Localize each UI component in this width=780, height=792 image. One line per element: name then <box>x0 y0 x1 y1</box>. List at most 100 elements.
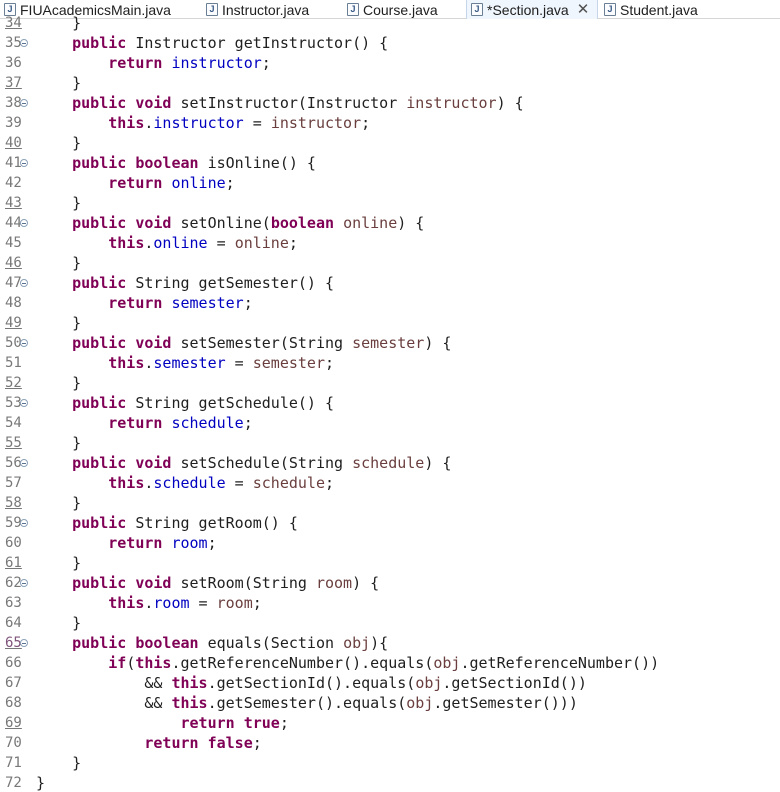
field-token: semester <box>171 294 244 312</box>
code-line[interactable]: 45 this.online = online; <box>0 233 780 253</box>
code-line[interactable]: 50 public void setSemester(String semest… <box>0 333 780 353</box>
code-line[interactable]: 40 } <box>0 133 780 153</box>
keyword-token: void <box>135 574 172 592</box>
code-line[interactable]: 60 return room; <box>0 533 780 553</box>
code-text: } <box>36 554 82 572</box>
line-number: 40 <box>5 135 22 151</box>
line-number: 34 <box>5 15 22 31</box>
code-text: return schedule; <box>36 413 253 433</box>
code-text: public boolean isOnline() { <box>36 153 316 173</box>
keyword-token: boolean <box>135 634 199 652</box>
code-line[interactable]: 66 if(this.getReferenceNumber().equals(o… <box>0 653 780 673</box>
code-text: } <box>36 253 81 273</box>
code-line[interactable]: 64 } <box>0 613 780 633</box>
field-token: room <box>171 534 208 552</box>
fold-toggle-icon[interactable] <box>20 339 28 347</box>
code-line[interactable]: 39 this.instructor = instructor; <box>0 113 780 133</box>
keyword-token: return <box>108 294 163 312</box>
fold-toggle-icon[interactable] <box>20 579 28 587</box>
fold-toggle-icon[interactable] <box>20 519 28 527</box>
code-line[interactable]: 53 public String getSchedule() { <box>0 393 780 413</box>
fold-toggle-icon[interactable] <box>20 39 28 47</box>
code-line[interactable]: 52 } <box>0 373 780 393</box>
code-text: setSchedule(String <box>171 454 353 472</box>
code-line[interactable]: 57 this.schedule = schedule; <box>0 473 780 493</box>
code-text: ) { <box>424 334 452 352</box>
fold-toggle-icon[interactable] <box>20 159 28 167</box>
code-line[interactable]: 68 && this.getSemester().equals(obj.getS… <box>0 693 780 713</box>
code-text: this.semester = semester; <box>36 353 334 373</box>
code-line[interactable]: 37 } <box>0 73 780 93</box>
code-text: .getSemester())) <box>433 694 578 712</box>
keyword-token: boolean <box>270 214 335 232</box>
code-line[interactable]: 34 } <box>0 13 780 33</box>
keyword-token: return <box>108 534 163 552</box>
code-text: this.room = room; <box>36 593 262 613</box>
code-line[interactable]: 61 } <box>0 553 780 573</box>
fold-toggle-icon[interactable] <box>20 219 28 227</box>
code-text: return online; <box>36 173 234 193</box>
code-line[interactable]: 51 this.semester = semester; <box>0 353 780 373</box>
line-number: 43 <box>5 195 22 211</box>
code-line[interactable]: 65 public boolean equals(Section obj){ <box>0 633 780 653</box>
code-line[interactable]: 47 public String getSemester() { <box>0 273 780 293</box>
fold-toggle-icon[interactable] <box>20 639 28 647</box>
code-line[interactable]: 63 this.room = room; <box>0 593 780 613</box>
code-line[interactable]: 49 } <box>0 313 780 333</box>
code-line[interactable]: 67 && this.getSectionId().equals(obj.get… <box>0 673 780 693</box>
code-text: = <box>225 474 253 492</box>
code-line[interactable]: 35 public Instructor getInstructor() { <box>0 33 780 53</box>
code-text: ; <box>325 354 335 372</box>
line-number: 71 <box>5 755 22 771</box>
code-text: ) { <box>352 574 380 592</box>
line-number: 45 <box>5 235 22 251</box>
fold-toggle-icon[interactable] <box>20 279 28 287</box>
keyword-token: return <box>108 414 163 432</box>
code-line[interactable]: 44 public void setOnline(boolean online)… <box>0 213 780 233</box>
code-text: Instructor getInstructor() { <box>126 34 389 52</box>
code-text: return semester; <box>36 293 253 313</box>
code-text: } <box>36 753 81 773</box>
code-line[interactable]: 69 return true; <box>0 713 780 733</box>
code-line[interactable]: 43 } <box>0 193 780 213</box>
code-text: public void setRoom(String room) { <box>36 573 379 593</box>
code-line[interactable]: 62 public void setRoom(String room) { <box>0 573 780 593</box>
code-line[interactable]: 71 } <box>0 753 780 773</box>
code-line[interactable]: 72} <box>0 773 780 792</box>
code-line[interactable]: 48 return semester; <box>0 293 780 313</box>
code-line[interactable]: 54 return schedule; <box>0 413 780 433</box>
code-line[interactable]: 59 public String getRoom() { <box>0 513 780 533</box>
code-line[interactable]: 46 } <box>0 253 780 273</box>
fold-toggle-icon[interactable] <box>20 99 28 107</box>
fold-toggle-icon[interactable] <box>20 399 28 407</box>
code-text: } <box>36 754 82 772</box>
code-line[interactable]: 70 return false; <box>0 733 780 753</box>
code-line[interactable]: 38 public void setInstructor(Instructor … <box>0 93 780 113</box>
keyword-token: public <box>72 154 127 172</box>
code-text: this.online = online; <box>36 233 298 253</box>
code-line[interactable]: 41 public boolean isOnline() { <box>0 153 780 173</box>
keyword-token: public <box>72 394 127 412</box>
code-editor[interactable]: 34 } 35 public Instructor getInstructor()… <box>0 14 780 792</box>
field-token: instructor <box>153 114 244 132</box>
code-text: } <box>36 313 81 333</box>
fold-toggle-icon[interactable] <box>20 459 28 467</box>
code-text: ; <box>243 414 253 432</box>
code-line[interactable]: 56 public void setSchedule(String schedu… <box>0 453 780 473</box>
code-line[interactable]: 55 } <box>0 433 780 453</box>
code-line[interactable]: 36 return instructor; <box>0 53 780 73</box>
code-line[interactable]: 58 } <box>0 493 780 513</box>
code-text: ) { <box>424 454 452 472</box>
code-text: public void setInstructor(Instructor ins… <box>36 93 524 113</box>
code-line[interactable]: 42 return online; <box>0 173 780 193</box>
keyword-token: this <box>108 234 145 252</box>
line-number: 37 <box>5 75 22 91</box>
